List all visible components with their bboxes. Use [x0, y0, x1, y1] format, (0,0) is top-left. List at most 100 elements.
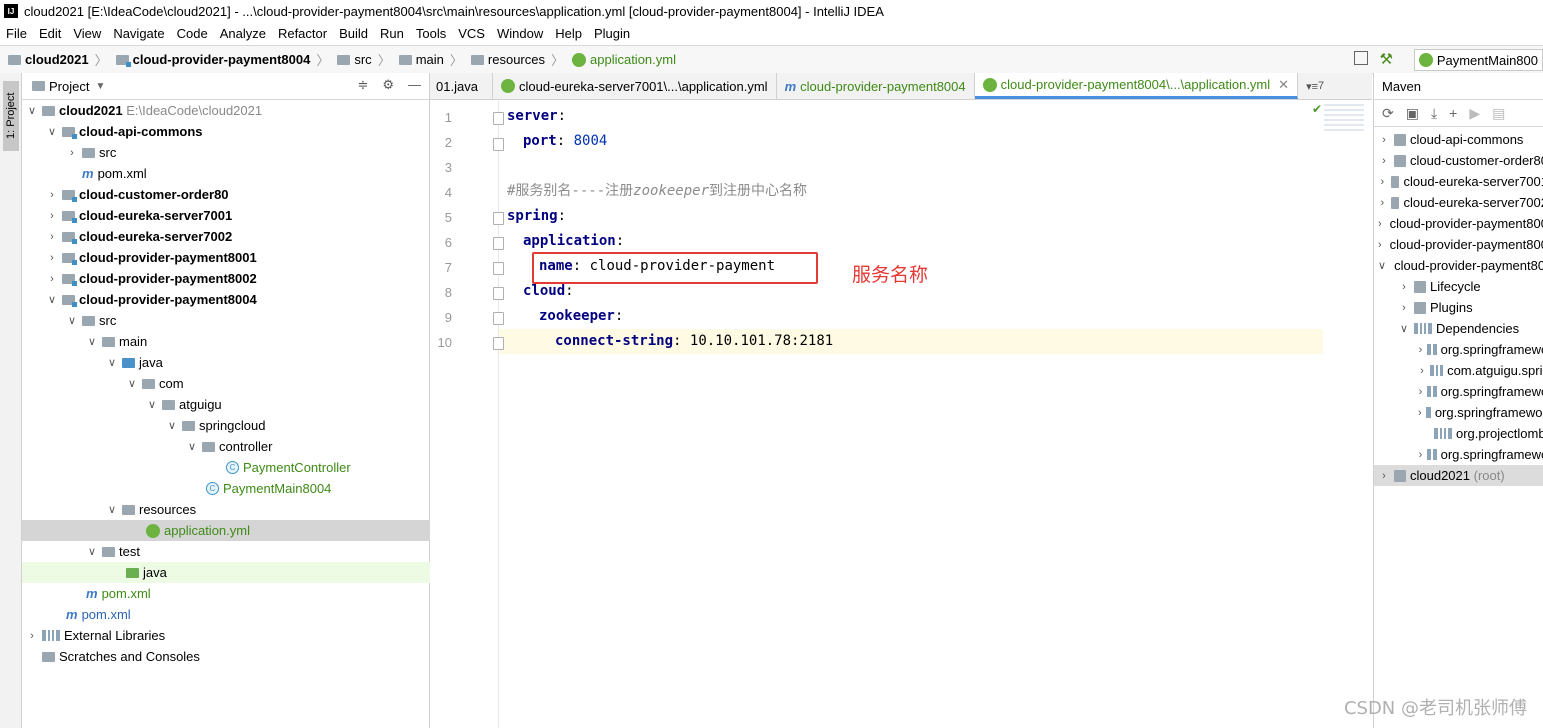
tree-item[interactable]: Scratches and Consoles [22, 646, 449, 667]
tree-item[interactable]: › cloud-provider-payment8001 [22, 247, 453, 268]
chevron-right-icon[interactable]: › [1418, 407, 1422, 419]
fold-marker-icon[interactable] [493, 337, 504, 350]
breadcrumb-item-project[interactable]: cloud2021 〉 [8, 50, 108, 69]
breadcrumb-item-src[interactable]: src 〉 [337, 50, 391, 69]
tree-item[interactable]: › cloud-provider-payment8002 [22, 268, 453, 289]
tree-item[interactable]: ∨ cloud-provider-payment8004 [22, 289, 453, 310]
project-tool-tab[interactable]: 1: Project [3, 81, 19, 151]
execute-goal-icon[interactable]: ▤ [1492, 105, 1505, 122]
run-icon[interactable]: ▶ [1469, 105, 1480, 122]
maven-item[interactable]: › Plugins [1374, 297, 1543, 318]
breadcrumb-item-module[interactable]: cloud-provider-payment8004 〉 [115, 50, 329, 69]
chevron-down-icon[interactable]: ∨ [26, 104, 38, 117]
tab-pom-payment8004[interactable]: m cloud-provider-payment8004 [777, 73, 975, 99]
project-view-select[interactable]: Project [49, 79, 89, 94]
menu-help[interactable]: Help [549, 26, 588, 41]
maven-item[interactable]: › cloud-provider-payment8001 [1374, 213, 1543, 234]
chevron-right-icon[interactable]: › [46, 252, 58, 264]
menu-edit[interactable]: Edit [33, 26, 67, 41]
tree-item[interactable]: m pom.xml [22, 604, 473, 625]
maven-item[interactable]: › cloud-eureka-server7002 [1374, 192, 1543, 213]
maven-item[interactable]: › cloud-api-commons [1374, 129, 1543, 150]
menu-file[interactable]: File [0, 26, 33, 41]
tree-item[interactable]: ∨ test [22, 541, 493, 562]
chevron-right-icon[interactable]: › [1378, 197, 1387, 209]
chevron-right-icon[interactable]: › [1378, 218, 1382, 230]
chevron-down-icon[interactable]: ∨ [166, 419, 178, 432]
download-icon[interactable]: ⤓ [1431, 105, 1437, 122]
chevron-right-icon[interactable]: › [1378, 134, 1390, 146]
breadcrumb-item-resources[interactable]: resources 〉 [470, 50, 564, 69]
tab-overflow-button[interactable]: ▾≡ 7 [1298, 73, 1332, 99]
reload-icon[interactable]: ⟳ [1382, 105, 1394, 122]
chevron-down-icon[interactable]: ∨ [1398, 322, 1410, 335]
fold-marker-icon[interactable] [493, 212, 504, 225]
run-configuration-select[interactable]: PaymentMain800 [1413, 49, 1543, 71]
maven-item[interactable]: › org.springframework.boot [1374, 381, 1543, 402]
breadcrumb-item-main[interactable]: main 〉 [398, 50, 463, 69]
chevron-down-icon[interactable]: ∨ [46, 125, 58, 138]
fold-marker-icon[interactable] [493, 262, 504, 275]
close-icon[interactable]: ✕ [1278, 77, 1289, 93]
chevron-down-icon[interactable]: ∨ [126, 377, 138, 390]
tree-item[interactable]: › src [22, 142, 473, 163]
maven-item[interactable]: › org.springframework.boot [1374, 339, 1543, 360]
chevron-down-icon[interactable]: ▼ [95, 81, 105, 92]
minimap[interactable] [1324, 104, 1364, 134]
fold-marker-icon[interactable] [493, 112, 504, 125]
tab-java-file[interactable]: 01.java [430, 73, 493, 99]
tree-item[interactable]: ∨ cloud-api-commons [22, 121, 453, 142]
tree-item[interactable]: ∨ src [22, 310, 473, 331]
chevron-right-icon[interactable]: › [1418, 449, 1423, 461]
menu-run[interactable]: Run [374, 26, 410, 41]
chevron-down-icon[interactable]: ∨ [106, 503, 118, 516]
maven-item[interactable]: ∨ cloud-provider-payment8004 [1374, 255, 1543, 276]
chevron-down-icon[interactable]: ∨ [106, 356, 118, 369]
chevron-right-icon[interactable]: › [1398, 302, 1410, 314]
inspection-ok-icon[interactable]: ✔ [1312, 102, 1322, 116]
menu-window[interactable]: Window [491, 26, 549, 41]
chevron-right-icon[interactable]: › [46, 231, 58, 243]
chevron-down-icon[interactable]: ∨ [1378, 259, 1386, 272]
generate-sources-icon[interactable]: ▣ [1406, 105, 1419, 122]
chevron-right-icon[interactable]: › [46, 210, 58, 222]
fold-marker-icon[interactable] [493, 237, 504, 250]
maven-item[interactable]: ∨ Dependencies [1374, 318, 1543, 339]
menu-view[interactable]: View [67, 26, 107, 41]
chevron-right-icon[interactable]: › [46, 273, 58, 285]
chevron-right-icon[interactable]: › [1398, 281, 1410, 293]
chevron-right-icon[interactable]: › [46, 189, 58, 201]
menu-plugin[interactable]: Plugin [588, 26, 636, 41]
tree-item[interactable]: ∨ cloud2021 E:\IdeaCode\cloud2021 [22, 100, 433, 121]
tree-item[interactable]: › External Libraries [22, 625, 433, 646]
menu-code[interactable]: Code [171, 26, 214, 41]
tree-item[interactable]: m pom.xml [22, 583, 493, 604]
maven-item[interactable]: › org.springframework.cloud [1374, 402, 1543, 423]
chevron-down-icon[interactable]: ∨ [146, 398, 158, 411]
fold-marker-icon[interactable] [493, 138, 504, 151]
breadcrumb-item-file[interactable]: application.yml [572, 52, 676, 67]
menu-navigate[interactable]: Navigate [107, 26, 170, 41]
minimize-icon[interactable]: — [408, 77, 421, 93]
chevron-right-icon[interactable]: › [1378, 239, 1382, 251]
chevron-right-icon[interactable]: › [66, 147, 78, 159]
maven-item[interactable]: org.projectlombok [1374, 423, 1543, 444]
maven-item[interactable]: › com.atguigu.springcloud [1374, 360, 1543, 381]
layout-icon[interactable] [1354, 51, 1368, 65]
chevron-down-icon[interactable]: ∨ [66, 314, 78, 327]
tree-item[interactable]: ∨ main [22, 331, 493, 352]
chevron-right-icon[interactable]: › [1418, 344, 1423, 356]
chevron-right-icon[interactable]: › [1378, 176, 1387, 188]
tree-item[interactable]: › cloud-customer-order80 [22, 184, 453, 205]
chevron-down-icon[interactable]: ∨ [46, 293, 58, 306]
maven-item[interactable]: › cloud-eureka-server7001 [1374, 171, 1543, 192]
chevron-down-icon[interactable]: ∨ [86, 545, 98, 558]
maven-item[interactable]: › Lifecycle [1374, 276, 1543, 297]
menu-build[interactable]: Build [333, 26, 374, 41]
build-hammer-icon[interactable]: ⚒ [1380, 50, 1393, 68]
chevron-right-icon[interactable]: › [1378, 155, 1390, 167]
tree-item[interactable]: › cloud-eureka-server7002 [22, 226, 453, 247]
chevron-right-icon[interactable]: › [1418, 365, 1426, 377]
chevron-right-icon[interactable]: › [1378, 470, 1390, 482]
maven-item-root[interactable]: › cloud2021 (root) [1374, 465, 1543, 486]
